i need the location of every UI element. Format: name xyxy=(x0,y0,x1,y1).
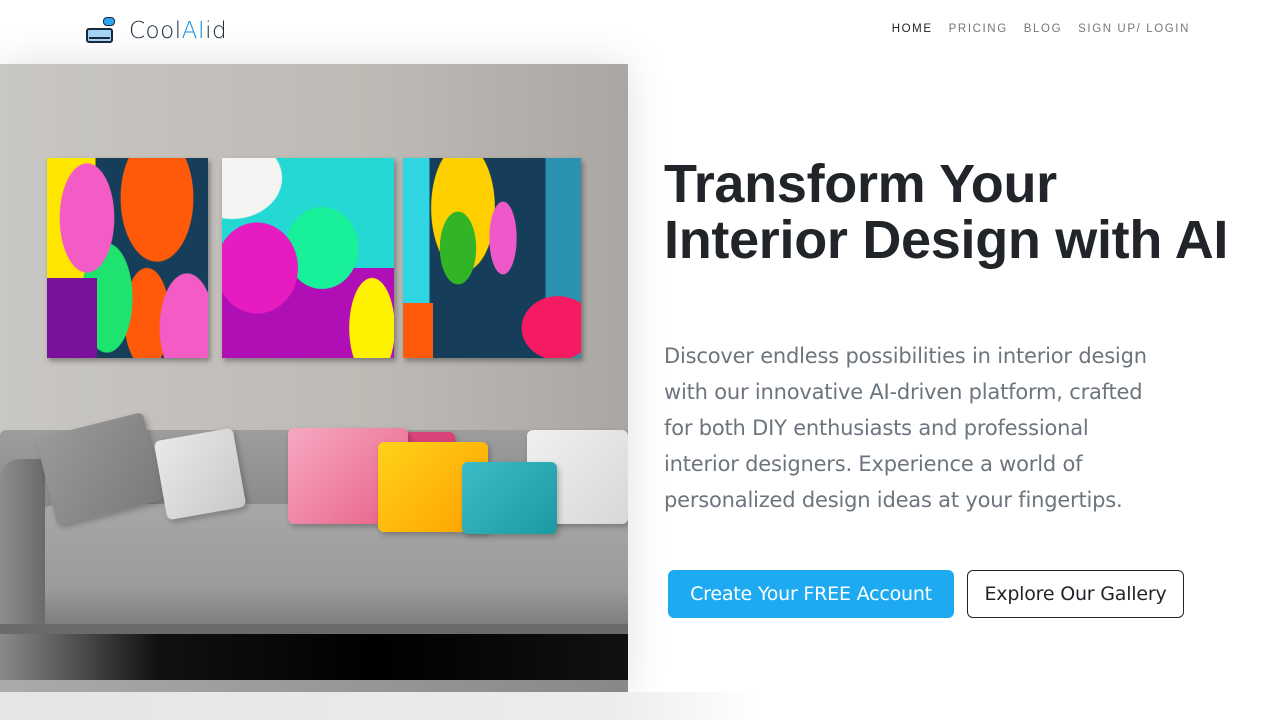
hero-description: Discover endless possibilities in interi… xyxy=(664,344,1147,512)
sofa-logo-icon xyxy=(85,16,117,46)
sofa-base xyxy=(0,624,628,692)
site-header: CoolAIid HOME PRICING BLOG SIGN UP/ LOGI… xyxy=(0,0,1280,63)
logo-text: CoolAIid xyxy=(129,18,228,44)
main-nav: HOME PRICING BLOG SIGN UP/ LOGIN xyxy=(892,23,1190,35)
create-account-button[interactable]: Create Your FREE Account xyxy=(668,570,954,618)
hero-title: Transform Your Interior Design with AI xyxy=(664,154,1229,270)
painting-left xyxy=(47,158,208,358)
nav-home[interactable]: HOME xyxy=(892,23,933,35)
explore-gallery-button[interactable]: Explore Our Gallery xyxy=(967,570,1184,618)
logo-link[interactable]: CoolAIid xyxy=(85,16,227,46)
nav-blog[interactable]: BLOG xyxy=(1024,23,1062,35)
section-divider xyxy=(0,692,760,720)
painting-center xyxy=(222,158,394,358)
nav-signup-login[interactable]: SIGN UP/ LOGIN xyxy=(1078,23,1190,35)
sofa-arm xyxy=(0,459,45,629)
painting-right xyxy=(403,158,581,358)
nav-pricing[interactable]: PRICING xyxy=(949,23,1008,35)
pillow-teal xyxy=(462,462,557,534)
hero-image xyxy=(0,64,628,692)
pillow-white xyxy=(153,427,247,521)
